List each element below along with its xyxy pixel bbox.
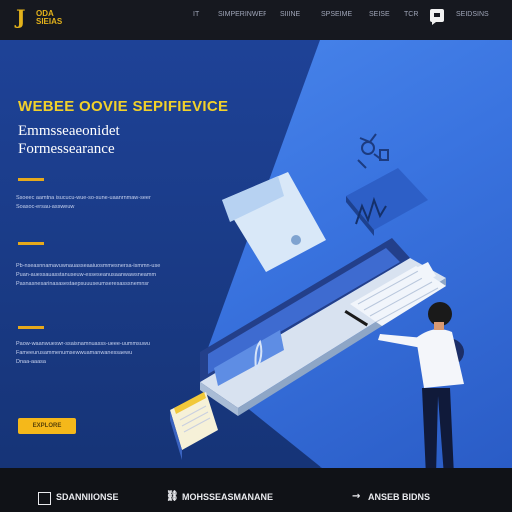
section-divider [18, 326, 44, 329]
link-icon: ⛓ [166, 491, 179, 502]
paragraph-3-line-1: Paow-waanwueswr-ssaisnamnuasss-ueee-uumm… [16, 341, 150, 347]
footer-bar: SDANNIIONSE ⛓ MOHSSEASMANANE → ANSEB BID… [0, 468, 512, 512]
hero-headline: WEBEE OOVIE SEPIFIEVICE [18, 98, 229, 115]
landing-page: J ODA SIEIAS IT SIMPERINWER SIIINE SPSEI… [0, 0, 512, 512]
hero-subheading: Emmsseaeonidet Formessearance [18, 122, 208, 158]
paragraph-1-line-2: Soasoc-ersau-assweuw [16, 204, 75, 210]
gear-cluster-icon [357, 133, 389, 169]
section-divider [18, 242, 44, 245]
brand-logo[interactable]: J ODA SIEIAS [16, 6, 78, 30]
top-navigation-bar: J ODA SIEIAS IT SIMPERINWER SIIINE SPSEI… [0, 0, 512, 40]
paragraph-3-line-3: Dnaa-aaasa [16, 359, 46, 365]
paragraph-3-line-2: Fameeurusammenumsewwuamanwanessaewu [16, 350, 133, 356]
nav-account-link[interactable]: SEIDSINS [456, 11, 492, 21]
logo-mark: J [16, 5, 26, 29]
paragraph-3: Paow-waanwueswr-ssaisnamnuasss-ueee-uumm… [16, 340, 216, 367]
logo-text-line-2: SIEIAS [36, 17, 63, 26]
hero-section: WEBEE OOVIE SEPIFIEVICE Emmsseaeonidet F… [0, 40, 512, 468]
paragraph-1: Ssoeec aamtna isucucu-wue-so-sune-uaanrn… [16, 194, 216, 212]
footer-link-1[interactable]: SDANNIIONSE [56, 492, 156, 504]
paragraph-2-line-2: Puan-auessauasstanuseuw-esseseanusaanwaw… [16, 272, 157, 278]
monitor-panel [346, 168, 428, 236]
section-divider [18, 178, 44, 181]
footer-link-3[interactable]: ANSEB BIDNS [368, 492, 474, 504]
nav-item-3[interactable]: SIIINE [280, 11, 306, 21]
paragraph-2-line-1: Pb-nseasnnamavuwnauasseaaiuosmmesnersa-i… [16, 263, 161, 269]
nav-item-2[interactable]: SIMPERINWER [218, 11, 266, 21]
nav-item-1[interactable]: IT [193, 11, 203, 21]
paragraph-2: Pb-nseasnnamavuwnauasseaaiuosmmesnersa-i… [16, 262, 216, 289]
hero-subheading-line-1: Emmsseaeonidet [18, 123, 120, 139]
document-stack-icon [170, 392, 218, 460]
logo-text: ODA SIEIAS [36, 10, 80, 26]
checkbox-icon [38, 492, 51, 505]
paragraph-2-line-3: Pasnasnesarinasasestaepsuuuseumseresasss… [16, 281, 149, 287]
laptop-illustration [200, 238, 446, 416]
nav-item-4[interactable]: SPSEIME [321, 11, 355, 21]
nav-item-5[interactable]: SEISE [369, 11, 391, 21]
paragraph-1-line-1: Ssoeec aamtna isucucu-wue-so-sune-uaanrn… [16, 195, 151, 201]
arrow-icon: → [352, 491, 361, 502]
nav-item-6[interactable]: TCR [404, 11, 420, 21]
hero-subheading-line-2: Formessearance [18, 141, 115, 157]
cta-button[interactable]: EXPLORE [18, 418, 76, 434]
footer-link-2[interactable]: MOHSSEASMANANE [182, 492, 342, 504]
floating-document-card [222, 172, 326, 272]
chat-bubble-icon[interactable] [430, 9, 444, 25]
